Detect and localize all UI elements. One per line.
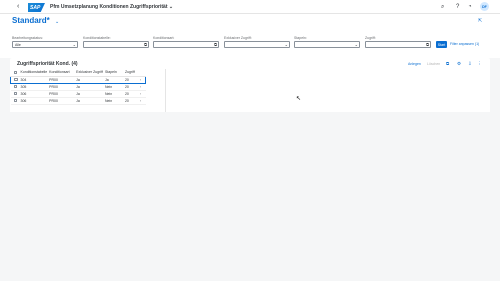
- app-title[interactable]: Pfm Umsetzplanung Konditionen Zugriffspr…: [50, 3, 173, 11]
- status-select[interactable]: Alle ⌄: [12, 41, 78, 48]
- chevron-down-icon: ⌄: [55, 19, 60, 25]
- value-help-icon[interactable]: ⧉: [426, 42, 429, 48]
- table-row[interactable]: 306 PR00 Ja Nein 20 ›: [10, 97, 146, 105]
- cell-table: 306: [18, 90, 48, 98]
- filter-label-access: Zugriff:: [365, 36, 376, 40]
- row-select-cell: [10, 90, 19, 98]
- row-nav-icon[interactable]: ›: [137, 90, 146, 98]
- col-header-nav: [137, 69, 146, 77]
- cell-stack: Ja: [102, 75, 123, 84]
- avatar-initials: DF: [482, 4, 487, 9]
- col-header-exclusive[interactable]: Exklusiver Zugriff: [74, 69, 103, 77]
- adapt-filters-button[interactable]: Filter anpassen (1): [450, 41, 479, 48]
- variant-title: Standard: [12, 16, 47, 25]
- select-all-cell: [10, 69, 19, 77]
- bell-icon[interactable]: ◔: [468, 3, 472, 11]
- logo-text: SAP: [30, 4, 41, 11]
- cell-stack: Nein: [102, 97, 123, 105]
- add-button[interactable]: Anlegen: [408, 61, 421, 67]
- cell-access: 20: [122, 83, 138, 91]
- chevron-down-icon: ⌄: [72, 42, 76, 47]
- access-input[interactable]: ⧉: [365, 41, 431, 48]
- col-header-table[interactable]: Konditionstabelle: [18, 69, 48, 77]
- col-header-type[interactable]: Konditionsart: [47, 69, 75, 77]
- share-icon[interactable]: ⇱: [478, 18, 482, 24]
- cell-access: 20: [122, 97, 138, 105]
- delete-button[interactable]: Löschen: [427, 61, 440, 67]
- chevron-down-icon: ⌄: [284, 42, 288, 47]
- cell-stack: Nein: [102, 83, 123, 91]
- exclusive-access-select[interactable]: ⌄: [224, 41, 290, 48]
- table-row[interactable]: 306 PR00 Ja Nein 20 ›: [10, 90, 146, 98]
- cell-stack: Nein: [102, 90, 123, 98]
- chevron-down-icon: ⌄: [168, 4, 174, 10]
- row-select-cell: [10, 97, 19, 105]
- col-header-access[interactable]: Zugriff: [122, 69, 138, 77]
- stack-select[interactable]: ⌄: [294, 41, 360, 48]
- copy-icon[interactable]: ⧉: [446, 61, 449, 67]
- status-value: Alle: [15, 43, 21, 47]
- cell-access: 20: [122, 90, 138, 98]
- row-nav-icon[interactable]: ›: [137, 97, 146, 105]
- row-checkbox[interactable]: [14, 77, 18, 82]
- table-title: Zugriffspriorität Kond. (4): [17, 61, 78, 67]
- condition-access-table: Konditionstabelle Konditionsart Exklusiv…: [10, 69, 147, 105]
- table-empty-area: [165, 69, 490, 112]
- cell-table: 306: [18, 97, 48, 105]
- filter-label-type: Konditionsart:: [153, 36, 175, 40]
- table-row[interactable]: 304 PR00 Ja Ja 20 ›: [10, 75, 147, 84]
- variant-management[interactable]: Standard* ⌄: [12, 16, 59, 27]
- cell-exclusive: Ja: [74, 83, 103, 91]
- page-header: Standard* ⌄ ⇱ Bearbeitungsstatus: Alle ⌄ …: [0, 14, 500, 69]
- filter-label-table: Konditionstabelle:: [83, 36, 111, 40]
- cell-type: PR00: [47, 83, 75, 91]
- mouse-cursor-icon: ↖: [296, 96, 302, 102]
- export-icon[interactable]: ⇩: [468, 61, 472, 67]
- cell-exclusive: Ja: [74, 75, 103, 84]
- filter-label-stack: Stapeln:: [294, 36, 307, 40]
- condition-table-input[interactable]: ⧉: [83, 41, 149, 48]
- row-select-cell: [10, 75, 19, 84]
- select-all-checkbox[interactable]: [13, 70, 17, 75]
- value-help-icon[interactable]: ⧉: [144, 42, 147, 48]
- row-nav-icon[interactable]: ›: [137, 75, 147, 84]
- value-help-icon[interactable]: ⧉: [214, 42, 217, 48]
- chevron-down-icon: ⌄: [354, 42, 358, 47]
- cell-table: 304: [18, 75, 48, 84]
- back-icon[interactable]: ‹: [17, 3, 19, 11]
- row-checkbox[interactable]: [13, 98, 17, 103]
- table-header-row: Konditionstabelle Konditionsart Exklusiv…: [10, 69, 146, 77]
- row-checkbox[interactable]: [13, 91, 17, 96]
- cell-type: PR00: [47, 97, 75, 105]
- go-button[interactable]: Start: [436, 41, 447, 48]
- sap-logo[interactable]: SAP: [28, 3, 45, 12]
- row-nav-icon[interactable]: ›: [137, 83, 146, 91]
- app-title-text: Pfm Umsetzplanung Konditionen Zugriffspr…: [50, 4, 168, 10]
- row-select-cell: [10, 83, 19, 91]
- table-panel: Zugriffspriorität Kond. (4) Anlegen Lösc…: [10, 58, 490, 112]
- filter-label-exclusive: Exklusiver Zugriff:: [224, 36, 252, 40]
- cell-exclusive: Ja: [74, 90, 103, 98]
- cell-table: 305: [18, 83, 48, 91]
- cell-type: PR00: [47, 90, 75, 98]
- col-header-stack[interactable]: Stapeln: [102, 69, 123, 77]
- gear-icon[interactable]: ⚙: [457, 61, 461, 67]
- search-icon[interactable]: ⌕: [441, 3, 444, 11]
- shell-bar: ‹ SAP Pfm Umsetzplanung Konditionen Zugr…: [0, 0, 500, 14]
- cell-exclusive: Ja: [74, 97, 103, 105]
- help-icon[interactable]: ?: [456, 3, 459, 11]
- go-label: Start: [437, 42, 446, 47]
- table-row[interactable]: 305 PR00 Ja Nein 20 ›: [10, 83, 146, 91]
- cell-type: PR00: [47, 75, 75, 84]
- row-checkbox[interactable]: [13, 84, 17, 89]
- condition-type-input[interactable]: ⧉: [153, 41, 219, 48]
- filter-label-status: Bearbeitungsstatus:: [12, 36, 43, 40]
- cell-access: 20: [122, 75, 138, 84]
- avatar[interactable]: DF: [480, 2, 489, 11]
- more-icon[interactable]: ⋮: [477, 61, 482, 67]
- variant-dirty-marker: *: [46, 16, 50, 25]
